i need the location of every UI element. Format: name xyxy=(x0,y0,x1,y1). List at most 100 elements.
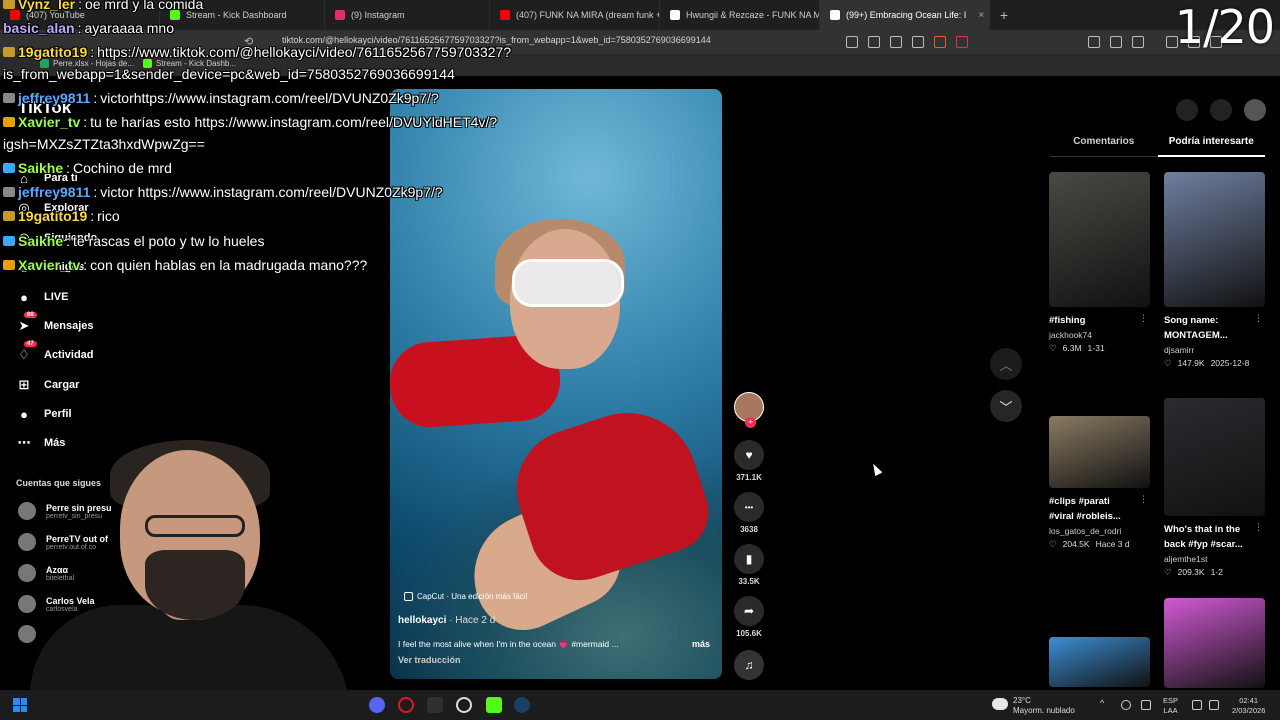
more-options-icon[interactable]: ⋮ xyxy=(1139,313,1148,324)
share-icon: ➦ xyxy=(734,596,764,626)
recommended-video-card[interactable]: #fishing ⋮ jackhook74 ♡ 6.3M 1-31 xyxy=(1049,172,1150,354)
card-user[interactable]: djsamirr xyxy=(1164,345,1265,355)
discord-icon[interactable] xyxy=(369,697,385,713)
brave-shield-icon[interactable] xyxy=(934,36,946,48)
device-icon[interactable] xyxy=(1210,99,1232,121)
capcut-tag[interactable]: CapCut · Una edición más fácil xyxy=(404,592,527,601)
previous-video-button[interactable]: ︿ xyxy=(990,348,1022,380)
next-video-button[interactable]: ﹀ xyxy=(990,390,1022,422)
recommended-video-card[interactable] xyxy=(1164,598,1265,688)
chevron-up-icon: ︿ xyxy=(999,357,1013,373)
close-tab-icon[interactable]: × xyxy=(978,10,984,21)
browser-tab[interactable]: (407) FUNK NA MIRA (dream funk + xyxy=(490,0,660,30)
tab-recommended[interactable]: Podría interesarte xyxy=(1157,136,1265,157)
card-title[interactable]: Who's that in the back #fyp #scar... xyxy=(1164,522,1265,552)
comment-button[interactable]: ••• 3638 xyxy=(732,492,766,534)
chat-text: tu te harías esto https://www.instagram.… xyxy=(90,114,498,130)
card-user[interactable]: los_gatos_de_rodri xyxy=(1049,526,1150,536)
heart-button[interactable]: ♥ 371.1K xyxy=(732,440,766,482)
user-avatar[interactable] xyxy=(1244,99,1266,121)
card-title-line1: #clips #parati xyxy=(1049,496,1110,507)
action-count: 33.5K xyxy=(738,577,760,586)
nav-item-live[interactable]: ● LIVE xyxy=(16,289,68,305)
right-panel-tabs: Comentarios Podría interesarte xyxy=(1050,136,1265,157)
windows-taskbar xyxy=(0,690,1280,720)
translate-icon[interactable] xyxy=(868,36,880,48)
nav-item-perfil[interactable]: ● Perfil xyxy=(16,406,71,422)
recommended-video-card[interactable]: #clips #parati #viral #robleis... ⋮ los_gat… xyxy=(1049,416,1150,550)
more-options-icon[interactable]: ⋮ xyxy=(1254,522,1263,533)
steam-icon[interactable] xyxy=(514,697,530,713)
video-thumbnail[interactable] xyxy=(1049,172,1150,307)
more-options-icon[interactable]: ⋮ xyxy=(1254,313,1263,324)
puzzle-icon[interactable] xyxy=(1110,36,1122,48)
nav-item-mensajes[interactable]: ➤ 88 Mensajes xyxy=(16,312,94,334)
chat-text: te rascas el poto y tw lo hueles xyxy=(73,233,265,249)
nav-item-cargar[interactable]: ⊞ Cargar xyxy=(16,377,80,393)
streamer-glasses xyxy=(145,515,245,537)
sound-disc[interactable]: ♫ xyxy=(732,650,766,680)
heart-outline-icon: ♡ xyxy=(1049,343,1057,353)
video-thumbnail[interactable] xyxy=(1049,637,1150,687)
language-indicator[interactable]: ESP LAA xyxy=(1163,696,1178,716)
extension-icon[interactable] xyxy=(1088,36,1100,48)
card-user[interactable]: jackhook74 xyxy=(1049,330,1150,340)
recommended-video-card[interactable]: Song name: MONTAGEM... ⋮ djsamirr ♡ 147.9K 202… xyxy=(1164,172,1265,369)
video-author[interactable]: hellokayci · Hace 2 d xyxy=(398,615,495,626)
author-avatar[interactable]: + xyxy=(734,392,764,428)
tray-chevron-icon[interactable]: ^ xyxy=(1100,698,1110,708)
chat-colon: : xyxy=(83,257,88,273)
network-icon[interactable] xyxy=(1121,700,1131,710)
follow-plus-icon[interactable]: + xyxy=(745,417,756,428)
new-tab-button[interactable]: + xyxy=(990,7,1018,23)
kick-app-icon[interactable] xyxy=(486,697,502,713)
weather-widget[interactable]: 23°C Mayorm. nublado xyxy=(1013,696,1075,716)
browser-tab[interactable]: Hwungii & Rezcaze - FUNK NA MIRA xyxy=(660,0,820,30)
more-options-icon[interactable]: ⋮ xyxy=(1139,494,1148,505)
display-icon[interactable] xyxy=(1192,700,1202,710)
card-title[interactable]: Song name: MONTAGEM... xyxy=(1164,313,1265,343)
video-player[interactable]: CapCut · Una edición más fácil hellokayc… xyxy=(390,89,722,679)
windows-start-icon[interactable] xyxy=(13,698,27,712)
browser-tab[interactable]: (9) Instagram xyxy=(325,0,490,30)
recommended-video-card[interactable]: Who's that in the back #fyp #scar... ⋮ alje… xyxy=(1164,398,1265,578)
chat-message: Saikhe: te rascas el poto y tw lo hueles xyxy=(3,233,264,249)
bookmark-button[interactable]: ▮ 33.5K xyxy=(732,544,766,586)
chat-colon: : xyxy=(78,0,82,12)
browser-tab[interactable]: (99+) Embracing Ocean Life: I × xyxy=(820,0,990,30)
card-user[interactable]: aljemthe1st xyxy=(1164,554,1265,564)
caption-more-link[interactable]: más xyxy=(692,639,710,649)
terminal-icon[interactable] xyxy=(427,697,443,713)
card-title[interactable]: #fishing xyxy=(1049,313,1150,328)
cast-icon[interactable] xyxy=(890,36,902,48)
nav-item-actividad[interactable]: ♢ 47 Actividad xyxy=(16,341,94,363)
reader-icon[interactable] xyxy=(846,36,858,48)
share-button[interactable]: ➦ 105.6K xyxy=(732,596,766,638)
chat-badge-icon xyxy=(3,187,15,197)
system-clock[interactable]: 02:41 2/03/2026 xyxy=(1232,696,1265,716)
recommended-video-card[interactable] xyxy=(1049,637,1150,687)
video-thumbnail[interactable] xyxy=(1164,172,1265,307)
tab-comments[interactable]: Comentarios xyxy=(1050,136,1158,157)
opera-icon[interactable] xyxy=(398,697,414,713)
coins-icon[interactable] xyxy=(1176,99,1198,121)
chat-colon: : xyxy=(90,208,95,224)
volume-icon[interactable] xyxy=(1209,700,1219,710)
nav-label: Mensajes xyxy=(44,320,94,332)
translate-link[interactable]: Ver traducción xyxy=(398,655,461,665)
chat-badge-icon xyxy=(3,236,15,246)
video-thumbnail[interactable] xyxy=(1164,398,1265,516)
video-thumbnail[interactable] xyxy=(1049,416,1150,488)
card-title[interactable]: #clips #parati #viral #robleis... xyxy=(1049,494,1150,524)
microphone-icon[interactable] xyxy=(1141,700,1151,710)
video-caption: I feel the most alive when I'm in the oc… xyxy=(398,639,619,649)
weather-icon xyxy=(992,698,1008,710)
video-thumbnail[interactable] xyxy=(1164,598,1265,688)
obs-icon[interactable] xyxy=(456,697,472,713)
screenshot-icon[interactable] xyxy=(1132,36,1144,48)
action-count: 3638 xyxy=(740,525,758,534)
nav-label: LIVE xyxy=(44,291,69,303)
share-page-icon[interactable] xyxy=(912,36,924,48)
rewards-icon[interactable] xyxy=(956,36,968,48)
card-title-line2: back #fyp #scar... xyxy=(1164,539,1243,550)
